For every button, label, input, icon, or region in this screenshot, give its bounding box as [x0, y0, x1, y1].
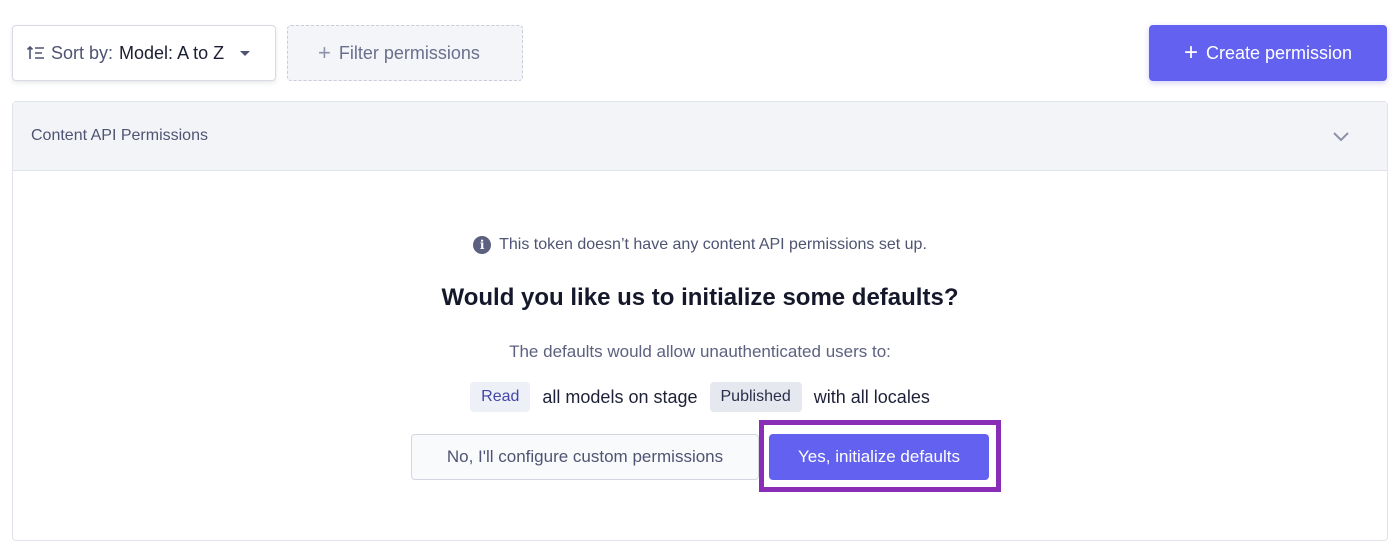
defaults-question: Would you like us to initialize some def…: [441, 284, 959, 311]
initialize-defaults-button[interactable]: Yes, initialize defaults: [769, 434, 989, 480]
panel-title: Content API Permissions: [31, 127, 208, 144]
plus-icon: +: [318, 40, 331, 65]
filter-permissions-label: Filter permissions: [338, 42, 480, 63]
filter-permissions-button[interactable]: + Filter permissions: [287, 25, 523, 81]
create-permission-button[interactable]: + Create permission: [1149, 25, 1387, 81]
panel-header[interactable]: Content API Permissions: [13, 102, 1387, 171]
sort-ascending-icon: [25, 42, 47, 64]
sort-label: Sort by:: [51, 42, 114, 63]
info-icon: i: [473, 236, 492, 254]
defaults-description: The defaults would allow unauthenticated…: [509, 342, 891, 361]
caret-down-icon: [240, 50, 251, 56]
chevron-down-icon[interactable]: [1331, 126, 1351, 146]
decline-defaults-button[interactable]: No, I'll configure custom permissions: [411, 434, 759, 480]
stage-tag: Published: [709, 382, 802, 412]
create-permission-label: Create permission: [1205, 42, 1353, 63]
defaults-text-locales: with all locales: [813, 386, 930, 407]
defaults-text-models: all models on stage: [542, 386, 698, 407]
plus-icon: +: [1183, 39, 1198, 66]
sort-dropdown[interactable]: Sort by: Model: A to Z: [12, 25, 276, 81]
sort-value: Model: A to Z: [119, 42, 225, 63]
info-message: i This token doesn’t have any content AP…: [13, 236, 1387, 254]
content-api-permissions-panel: Content API Permissions i This token doe…: [12, 101, 1388, 541]
info-text: This token doesn’t have any content API …: [499, 236, 927, 253]
defaults-summary: Read all models on stage Published with …: [13, 382, 1387, 412]
toolbar: Sort by: Model: A to Z + Filter permissi…: [0, 0, 1400, 100]
action-tag: Read: [470, 382, 531, 412]
